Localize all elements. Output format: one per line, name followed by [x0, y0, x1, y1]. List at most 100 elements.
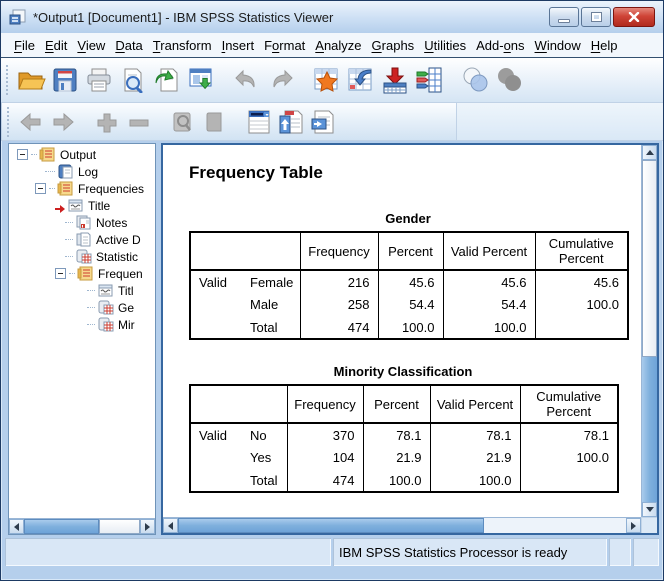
toolbar-grip-2[interactable]: [7, 106, 10, 137]
category-cell: Male: [250, 297, 279, 312]
tree-label: Ge: [118, 300, 135, 315]
insert-heading-icon[interactable]: [275, 107, 307, 137]
minority-pivot-table[interactable]: Minority Classification Frequency Percen…: [189, 364, 619, 493]
column-header: Frequency: [286, 385, 363, 424]
outline-tree: Output Log Frequencies Title Notes Activ…: [9, 146, 155, 517]
main-toolbar: [1, 58, 663, 103]
scrollbar-thumb[interactable]: [642, 160, 657, 358]
tree-item-log[interactable]: Log: [9, 163, 155, 180]
tree-item-title[interactable]: Title: [9, 197, 155, 214]
menu-transform[interactable]: Transform: [148, 35, 217, 56]
menu-help[interactable]: Help: [586, 35, 623, 56]
value-cell: 21.9: [362, 446, 430, 469]
menu-graphs[interactable]: Graphs: [367, 35, 420, 56]
menu-view[interactable]: View: [72, 35, 110, 56]
output-book-icon: [39, 147, 56, 162]
menu-window[interactable]: Window: [530, 35, 586, 56]
status-bar: IBM SPSS Statistics Processor is ready: [5, 538, 659, 566]
insert-text-icon[interactable]: [307, 107, 339, 137]
tree-item-gender[interactable]: Ge: [9, 299, 155, 316]
tree-item-output[interactable]: Output: [9, 146, 155, 163]
tree-label: Log: [78, 164, 99, 179]
export-output-icon[interactable]: [150, 62, 184, 98]
insert-variables-icon[interactable]: [378, 62, 412, 98]
procedure-book-icon: [77, 266, 94, 281]
minimize-button[interactable]: [549, 7, 579, 27]
scroll-up-icon[interactable]: [642, 145, 657, 160]
promote-icon: [91, 107, 123, 137]
save-file-icon[interactable]: [48, 62, 82, 98]
menu-data[interactable]: Data: [110, 35, 147, 56]
menu-edit[interactable]: Edit: [40, 35, 72, 56]
tree-item-frequency-tables[interactable]: Frequen: [9, 265, 155, 282]
value-cell: 216: [299, 270, 378, 293]
scrollbar-track-filled[interactable]: [24, 519, 100, 534]
open-file-icon[interactable]: [14, 62, 48, 98]
scrollbar-track[interactable]: [483, 518, 626, 533]
menu-analyze[interactable]: Analyze: [310, 35, 366, 56]
value-cell: 78.1: [429, 423, 520, 446]
restore-button[interactable]: [581, 7, 611, 27]
tree-item-minority[interactable]: Mir: [9, 316, 155, 333]
tree-item-active-dataset[interactable]: Active D: [9, 231, 155, 248]
tree-label: Notes: [96, 215, 128, 230]
category-cell: Total: [250, 319, 278, 335]
tree-label: Mir: [118, 317, 135, 332]
scrollbar-thumb[interactable]: [178, 518, 484, 533]
tree-label: Statistic: [96, 249, 139, 264]
value-cell: 100.0: [429, 469, 520, 492]
outline-toolbar-row: [1, 103, 663, 141]
outline-pane: Output Log Frequencies Title Notes Activ…: [8, 143, 156, 535]
value-cell: 54.4: [377, 293, 443, 316]
status-cell-empty: [5, 538, 331, 566]
scrollbar-track[interactable]: [642, 357, 657, 502]
tree-item-frequencies[interactable]: Frequencies: [9, 180, 155, 197]
value-cell: 45.6: [534, 270, 628, 293]
tree-item-statistics[interactable]: Statistic: [9, 248, 155, 265]
content-horizontal-scrollbar[interactable]: [163, 517, 641, 533]
tree-item-title-2[interactable]: Titl: [9, 282, 155, 299]
menu-format[interactable]: Format: [259, 35, 310, 56]
stub-cell: Valid: [199, 427, 227, 443]
previous-item-icon: [15, 107, 47, 137]
menu-file[interactable]: File: [9, 35, 40, 56]
toolbar-empty-area: [457, 103, 663, 141]
outline-horizontal-scrollbar[interactable]: [9, 518, 155, 534]
scrollbar-corner: [641, 517, 657, 533]
menu-insert[interactable]: Insert: [217, 35, 260, 56]
collapse-icon[interactable]: [55, 268, 66, 279]
menu-utilities[interactable]: Utilities: [419, 35, 471, 56]
menu-add-ons[interactable]: Add-ons: [471, 35, 529, 56]
content-vertical-scrollbar[interactable]: [641, 145, 657, 517]
close-button[interactable]: [613, 7, 655, 27]
collapse-icon[interactable]: [35, 183, 46, 194]
use-variable-sets-icon[interactable]: [458, 62, 492, 98]
content-pane: Frequency Table Gender Frequency Percent…: [161, 143, 659, 535]
scrollbar-thumb[interactable]: [99, 519, 140, 534]
collapse-icon[interactable]: [17, 149, 28, 160]
demote-icon: [123, 107, 155, 137]
scroll-right-icon[interactable]: [626, 518, 641, 533]
show-all-variables-icon[interactable]: [492, 62, 526, 98]
value-cell: 104: [286, 446, 363, 469]
variables-icon[interactable]: [412, 62, 446, 98]
recall-dialogs-icon[interactable]: [344, 62, 378, 98]
print-preview-icon[interactable]: [116, 62, 150, 98]
pivot-table-icon[interactable]: [243, 107, 275, 137]
scroll-left-icon[interactable]: [163, 518, 178, 533]
scroll-left-icon[interactable]: [9, 519, 24, 534]
scroll-right-icon[interactable]: [140, 519, 155, 534]
designate-window-icon[interactable]: [184, 62, 218, 98]
tree-item-notes[interactable]: Notes: [9, 214, 155, 231]
output-heading: Frequency Table: [189, 163, 323, 182]
gender-pivot-table[interactable]: Gender Frequency Percent Valid Percent C…: [189, 211, 629, 340]
value-cell: 21.9: [429, 446, 520, 469]
print-icon[interactable]: [82, 62, 116, 98]
table-title: Gender: [385, 211, 431, 226]
value-cell: 370: [286, 423, 363, 446]
undo-icon: [230, 62, 264, 98]
toolbar-grip[interactable]: [6, 65, 9, 95]
scroll-down-icon[interactable]: [642, 502, 657, 517]
stub-header-cell: [190, 232, 300, 271]
goto-case-icon[interactable]: [310, 62, 344, 98]
